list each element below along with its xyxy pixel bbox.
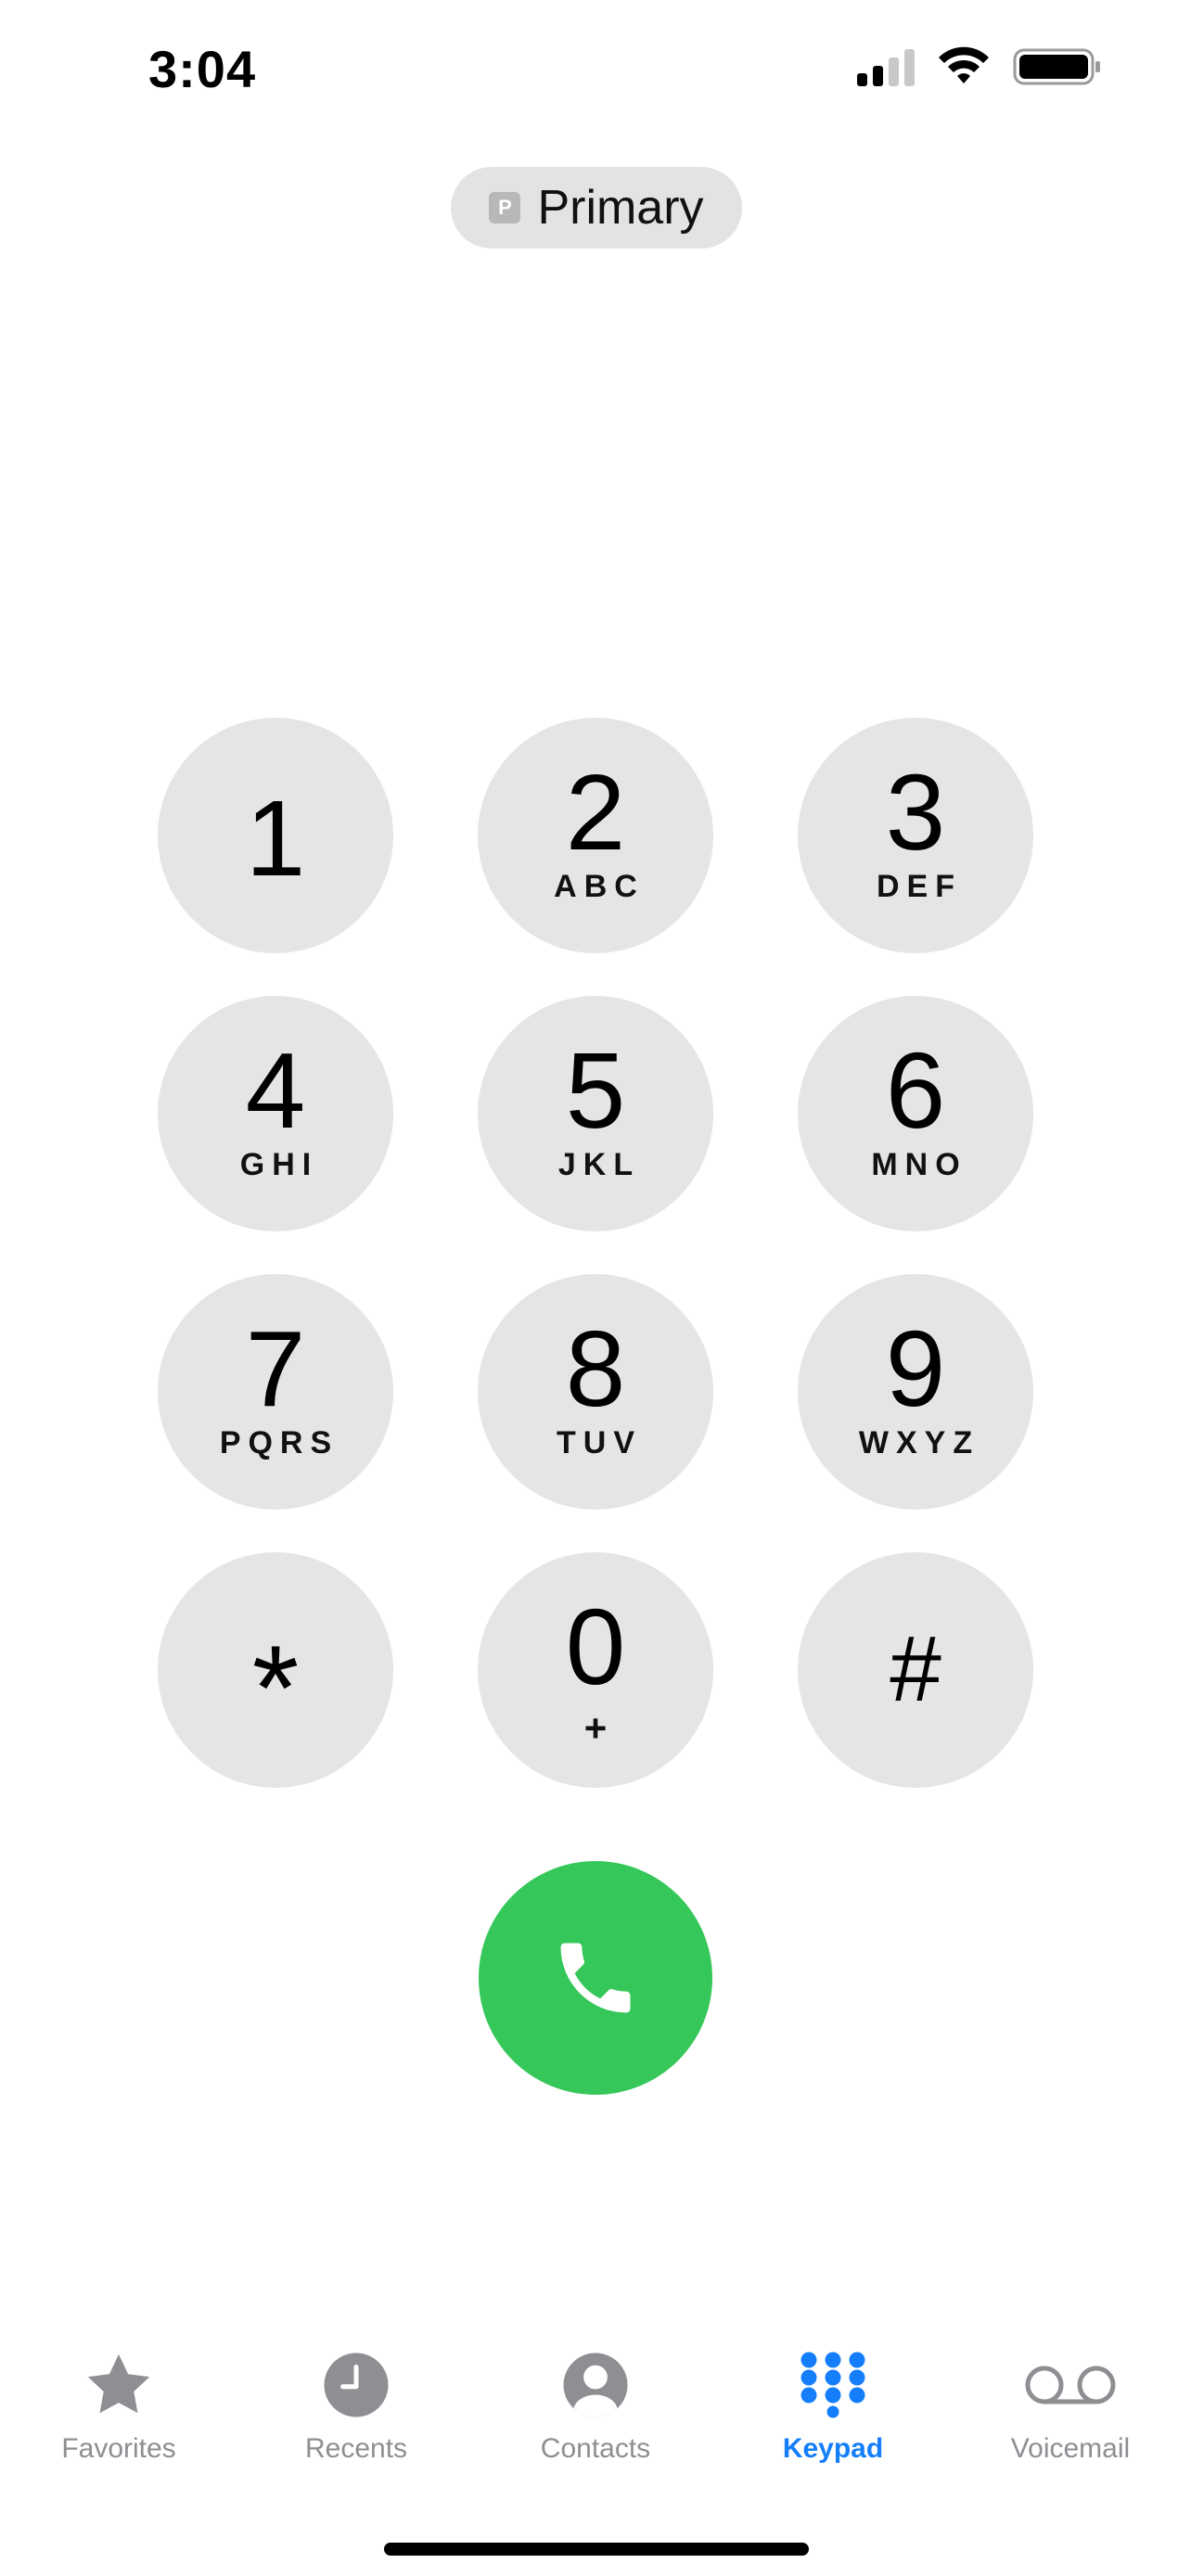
tab-favorites[interactable]: Favorites bbox=[17, 2346, 221, 2465]
key-3[interactable]: 3 DEF bbox=[798, 718, 1033, 953]
clock-icon bbox=[324, 2353, 389, 2417]
person-circle-icon bbox=[563, 2353, 628, 2417]
sim-label: Primary bbox=[537, 181, 704, 235]
key-letters: ABC bbox=[554, 869, 645, 904]
key-0[interactable]: 0 + bbox=[478, 1552, 713, 1788]
key-letters: TUV bbox=[557, 1425, 642, 1460]
battery-full-icon bbox=[1013, 48, 1100, 85]
tab-label: Keypad bbox=[782, 2433, 884, 2464]
home-indicator[interactable] bbox=[384, 2543, 809, 2556]
key-2[interactable]: 2 ABC bbox=[478, 718, 713, 953]
cellular-signal-icon bbox=[857, 47, 915, 86]
voicemail-icon bbox=[1025, 2366, 1116, 2404]
key-hash[interactable]: # bbox=[798, 1552, 1033, 1788]
tab-keypad[interactable]: Keypad bbox=[731, 2346, 935, 2465]
key-letters: MNO bbox=[871, 1147, 967, 1182]
key-4[interactable]: 4 GHI bbox=[158, 996, 393, 1231]
key-letters: WXYZ bbox=[858, 1425, 980, 1460]
key-digit: 8 bbox=[565, 1308, 626, 1429]
tab-voicemail[interactable]: Voicemail bbox=[968, 2346, 1172, 2465]
key-digit: 4 bbox=[245, 1030, 306, 1151]
status-time: 3:04 bbox=[148, 40, 257, 98]
key-digit: 7 bbox=[245, 1308, 306, 1429]
sim-selector-button[interactable]: P Primary bbox=[451, 167, 742, 249]
tab-label: Contacts bbox=[540, 2433, 651, 2464]
key-letters: GHI bbox=[239, 1147, 319, 1182]
tab-label: Favorites bbox=[61, 2433, 176, 2464]
tab-label: Recents bbox=[304, 2433, 408, 2464]
key-letters: DEF bbox=[877, 869, 962, 904]
phone-icon bbox=[560, 1943, 631, 2013]
status-icons bbox=[857, 46, 1102, 87]
key-digit: * bbox=[251, 1620, 300, 1755]
key-letters: JKL bbox=[557, 1147, 641, 1182]
key-9[interactable]: 9 WXYZ bbox=[798, 1274, 1033, 1510]
key-letters: + bbox=[583, 1706, 608, 1750]
key-star[interactable]: * bbox=[158, 1552, 393, 1788]
key-6[interactable]: 6 MNO bbox=[798, 996, 1033, 1231]
key-digit: 5 bbox=[565, 1030, 626, 1151]
keypad-grid-icon bbox=[800, 2352, 865, 2418]
key-digit: 3 bbox=[885, 752, 946, 873]
call-button[interactable] bbox=[479, 1861, 712, 2095]
tab-contacts[interactable]: Contacts bbox=[493, 2346, 698, 2465]
key-7[interactable]: 7 PQRS bbox=[158, 1274, 393, 1510]
wifi-icon bbox=[939, 46, 989, 83]
key-digit: # bbox=[890, 1617, 941, 1721]
star-icon bbox=[87, 2353, 150, 2414]
tab-recents[interactable]: Recents bbox=[254, 2346, 458, 2465]
key-digit: 2 bbox=[565, 752, 626, 873]
tab-bar: Favorites Recents Contacts Keypad Voicem… bbox=[0, 2346, 1191, 2494]
tab-label: Voicemail bbox=[1010, 2433, 1131, 2464]
key-digit: 9 bbox=[885, 1308, 946, 1429]
key-digit: 6 bbox=[885, 1030, 946, 1151]
key-1[interactable]: 1 bbox=[158, 718, 393, 953]
key-8[interactable]: 8 TUV bbox=[478, 1274, 713, 1510]
keypad: 1 2 ABC 3 DEF 4 GHI 5 JKL 6 MNO 7 PQRS 8… bbox=[158, 718, 1033, 1788]
key-digit: 1 bbox=[245, 778, 306, 899]
key-5[interactable]: 5 JKL bbox=[478, 996, 713, 1231]
sim-badge: P bbox=[489, 192, 521, 223]
key-letters: PQRS bbox=[219, 1425, 339, 1460]
key-digit: 0 bbox=[565, 1587, 626, 1707]
